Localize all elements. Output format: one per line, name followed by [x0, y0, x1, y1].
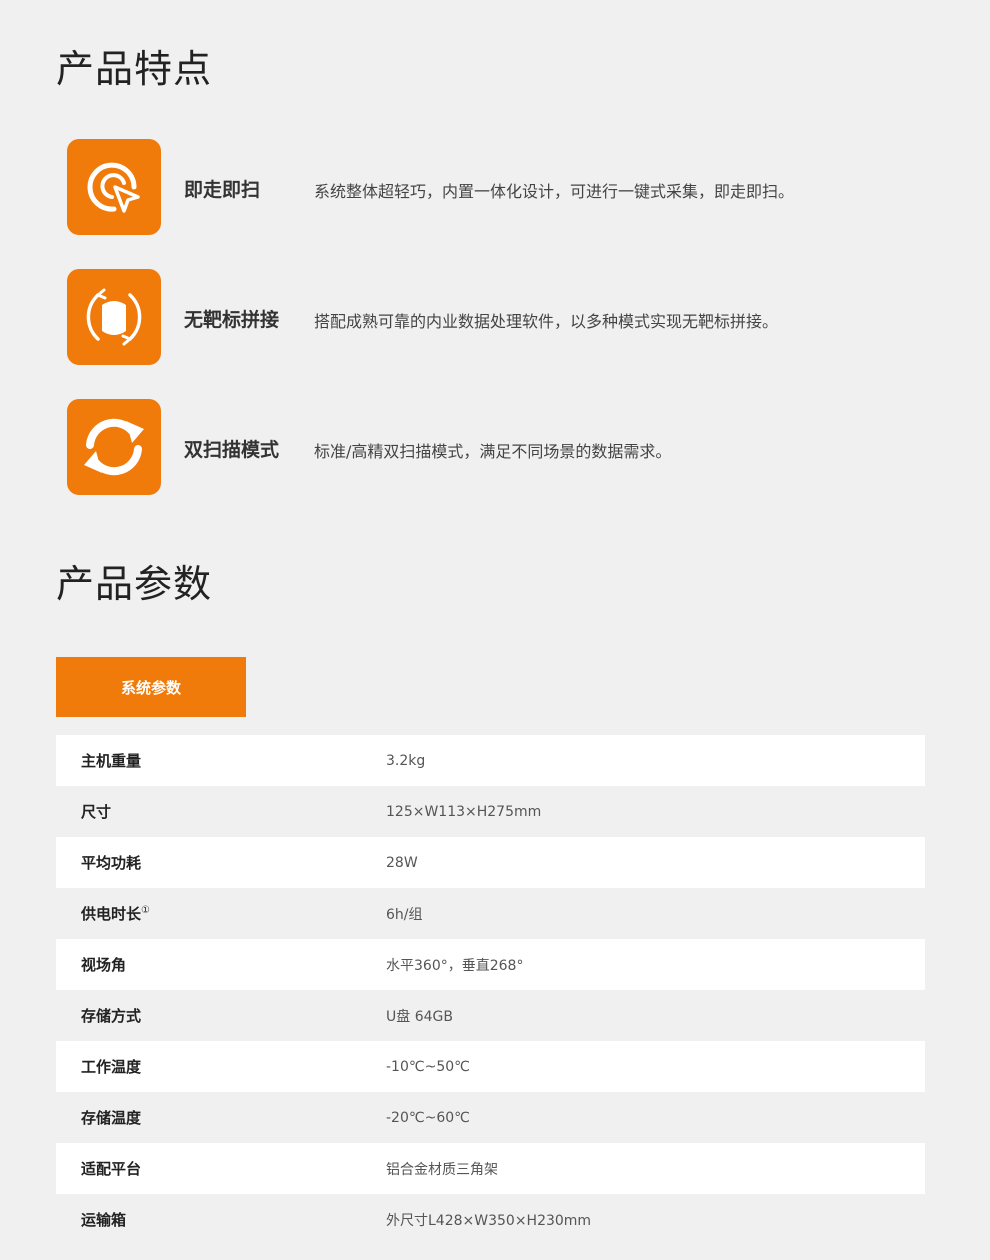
table-row: 主机重量 3.2kg — [56, 735, 925, 786]
param-key-with-note: 供电时长① — [56, 903, 386, 924]
feature-description: 搭配成熟可靠的内业数据处理软件，以多种模式实现无靶标拼接。 — [314, 312, 779, 331]
param-key: 存储方式 — [81, 1007, 142, 1025]
feature-name: 双扫描模式 — [184, 439, 280, 461]
param-value: 125×W113×H275mm — [386, 803, 542, 820]
param-key: 工作温度 — [81, 1058, 142, 1076]
table-row: 适配平台 铝合金材质三角架 — [56, 1143, 925, 1194]
table-row: 工作温度 -10℃~50℃ — [56, 1041, 925, 1092]
cursor-target-icon — [67, 139, 161, 235]
table-row: 存储方式 U盘 64GB — [56, 990, 925, 1041]
params-table: 主机重量 3.2kg 尺寸 125×W113×H275mm 平均功耗 28W 供… — [56, 735, 925, 1245]
feature-description: 系统整体超轻巧，内置一体化设计，可进行一键式采集，即走即扫。 — [314, 182, 795, 201]
table-row: 平均功耗 28W — [56, 837, 925, 888]
param-key: 平均功耗 — [81, 854, 142, 872]
param-value: 3.2kg — [386, 752, 426, 769]
param-value: 外尺寸L428×W350×H230mm — [386, 1212, 592, 1229]
param-key: 主机重量 — [81, 752, 142, 770]
feature-item: 即走即扫 系统整体超轻巧，内置一体化设计，可进行一键式采集，即走即扫。 — [67, 139, 947, 235]
features-title: 产品特点 — [56, 47, 213, 91]
table-row: 供电时长① 6h/组 — [56, 888, 925, 939]
table-row: 尺寸 125×W113×H275mm — [56, 786, 925, 837]
footnote-marker: ① — [141, 905, 150, 916]
param-key: 存储温度 — [81, 1109, 142, 1127]
table-row: 视场角 水平360°，垂直268° — [56, 939, 925, 990]
param-key: 供电时长 — [81, 905, 142, 923]
param-key: 适配平台 — [81, 1160, 142, 1178]
param-value: -20℃~60℃ — [386, 1109, 470, 1126]
param-key: 运输箱 — [81, 1211, 127, 1229]
feature-name: 即走即扫 — [184, 179, 261, 201]
param-value: 铝合金材质三角架 — [386, 1161, 498, 1178]
cycle-arrows-icon — [67, 399, 161, 495]
tab-system-params[interactable]: 系统参数 — [56, 657, 246, 717]
feature-name: 无靶标拼接 — [184, 309, 280, 331]
param-value: 6h/组 — [386, 906, 423, 923]
param-key: 视场角 — [81, 956, 127, 974]
param-value: 水平360°，垂直268° — [386, 957, 524, 974]
param-key: 尺寸 — [81, 803, 112, 821]
feature-description: 标准/高精双扫描模式，满足不同场景的数据需求。 — [314, 442, 672, 461]
feature-item: 双扫描模式 标准/高精双扫描模式，满足不同场景的数据需求。 — [67, 399, 947, 495]
param-value: -10℃~50℃ — [386, 1058, 470, 1075]
params-title: 产品参数 — [56, 562, 213, 606]
feature-item: 无靶标拼接 搭配成熟可靠的内业数据处理软件，以多种模式实现无靶标拼接。 — [67, 269, 947, 365]
table-row: 运输箱 外尺寸L428×W350×H230mm — [56, 1194, 925, 1245]
param-value: U盘 64GB — [386, 1008, 453, 1025]
table-row: 存储温度 -20℃~60℃ — [56, 1092, 925, 1143]
cylinder-rotate-icon — [67, 269, 161, 365]
param-value: 28W — [386, 854, 418, 871]
